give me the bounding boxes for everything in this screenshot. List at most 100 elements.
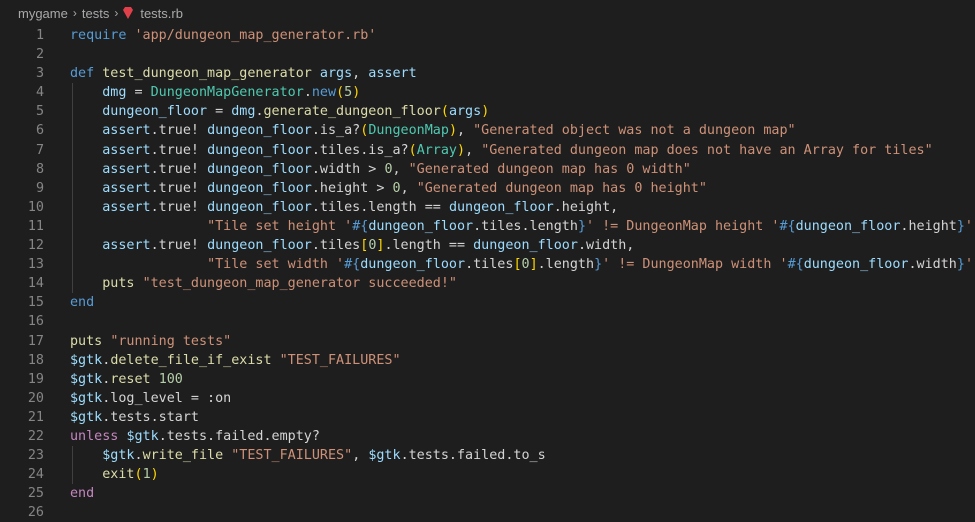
- code-text[interactable]: end: [70, 293, 975, 312]
- chevron-right-icon: ›: [72, 6, 77, 20]
- code-token: end: [70, 486, 95, 502]
- code-token: 'app/dungeon_map_generator.rb': [134, 28, 377, 43]
- code-text[interactable]: "Tile set width '#{dungeon_floor.tiles[0…: [70, 255, 975, 274]
- code-token: end: [70, 295, 95, 311]
- code-line[interactable]: 15 end: [0, 293, 975, 312]
- line-number: 19: [27, 371, 44, 387]
- line-number: 26: [27, 505, 44, 521]
- code-token: [: [513, 257, 522, 273]
- code-line[interactable]: 17 puts "running tests": [0, 332, 975, 351]
- code-line[interactable]: 7 assert.true! dungeon_floor.tiles.is_a?…: [0, 141, 975, 160]
- indent-guide: [72, 83, 73, 294]
- code-token: args: [448, 104, 482, 120]
- code-token: }: [956, 218, 965, 234]
- code-text[interactable]: dungeon_floor = dmg.generate_dungeon_flo…: [70, 102, 975, 121]
- code-line[interactable]: 26: [0, 503, 975, 522]
- code-text[interactable]: require 'app/dungeon_map_generator.rb': [70, 26, 975, 45]
- code-line[interactable]: 5 dungeon_floor = dmg.generate_dungeon_f…: [0, 102, 975, 121]
- code-token: .true!: [150, 123, 208, 139]
- code-token: dungeon_floor: [207, 199, 312, 215]
- code-token: .tiles: [465, 257, 514, 273]
- code-token: unless: [70, 428, 119, 444]
- code-token: .tests.start: [102, 409, 199, 425]
- code-line[interactable]: 20 $gtk.log_level = :on: [0, 389, 975, 408]
- code-text[interactable]: $gtk.delete_file_if_exist "TEST_FAILURES…: [70, 351, 975, 370]
- code-token: dungeon_floor: [473, 238, 578, 254]
- code-token: assert: [102, 180, 151, 196]
- code-token: $gtk: [70, 390, 103, 406]
- breadcrumb-item-tests[interactable]: tests: [82, 6, 109, 21]
- code-token: }: [956, 257, 965, 273]
- code-line[interactable]: 22 unless $gtk.tests.failed.empty?: [0, 427, 975, 446]
- code-text[interactable]: $gtk.write_file "TEST_FAILURES", $gtk.te…: [70, 446, 975, 465]
- code-text[interactable]: "Tile set height '#{dungeon_floor.tiles.…: [70, 217, 975, 236]
- code-line[interactable]: 8 assert.true! dungeon_floor.width > 0, …: [0, 160, 975, 179]
- code-line[interactable]: 23 $gtk.write_file "TEST_FAILURES", $gtk…: [0, 446, 975, 465]
- code-token: .height: [900, 218, 957, 234]
- code-token: (: [336, 85, 345, 101]
- code-token: "TEST_FAILURES": [231, 448, 353, 464]
- breadcrumb-item-mygame[interactable]: mygame: [18, 6, 68, 21]
- code-text[interactable]: $gtk.tests.start: [70, 408, 975, 427]
- code-line[interactable]: 2: [0, 45, 975, 64]
- code-text[interactable]: exit(1): [70, 465, 975, 484]
- code-text[interactable]: dmg = DungeonMapGenerator.new(5): [70, 83, 975, 102]
- code-line[interactable]: 19 $gtk.reset 100: [0, 370, 975, 389]
- code-line[interactable]: 12 assert.true! dungeon_floor.tiles[0].l…: [0, 236, 975, 255]
- code-token: ): [150, 467, 159, 483]
- line-number: 12: [27, 238, 44, 254]
- code-line[interactable]: 14 puts "test_dungeon_map_generator succ…: [0, 274, 975, 293]
- code-token: "running tests": [110, 333, 232, 349]
- code-text[interactable]: assert.true! dungeon_floor.tiles.length …: [70, 198, 975, 217]
- code-token: }: [577, 218, 586, 234]
- code-text[interactable]: unless $gtk.tests.failed.empty?: [70, 427, 975, 446]
- code-line[interactable]: 11 "Tile set height '#{dungeon_floor.til…: [0, 217, 975, 236]
- code-line[interactable]: 4 dmg = DungeonMapGenerator.new(5): [0, 83, 975, 102]
- code-text[interactable]: assert.true! dungeon_floor.height > 0, "…: [70, 179, 975, 198]
- code-token: .: [134, 448, 143, 464]
- code-line[interactable]: 9 assert.true! dungeon_floor.height > 0,…: [0, 179, 975, 198]
- code-token: (: [134, 467, 143, 483]
- code-text[interactable]: [70, 503, 975, 522]
- code-text[interactable]: end: [70, 484, 975, 503]
- line-number: 16: [27, 314, 44, 330]
- code-line[interactable]: 21 $gtk.tests.start: [0, 408, 975, 427]
- code-token: ]: [529, 257, 538, 273]
- breadcrumb-item-file[interactable]: tests.rb: [140, 6, 183, 21]
- code-line[interactable]: 10 assert.true! dungeon_floor.tiles.leng…: [0, 198, 975, 217]
- code-text[interactable]: assert.true! dungeon_floor.is_a?(Dungeon…: [70, 121, 975, 140]
- code-text[interactable]: assert.true! dungeon_floor.tiles[0].leng…: [70, 236, 975, 255]
- code-line[interactable]: 3 def test_dungeon_map_generator args, as…: [0, 64, 975, 83]
- code-text[interactable]: $gtk.log_level = :on: [70, 389, 975, 408]
- line-number: 3: [35, 66, 44, 82]
- code-text[interactable]: puts "test_dungeon_map_generator succeed…: [70, 274, 975, 293]
- ruby-gem-icon: [123, 7, 134, 19]
- code-token: "Generated dungeon map does not have an …: [481, 142, 933, 158]
- code-text[interactable]: puts "running tests": [70, 332, 975, 351]
- code-line[interactable]: 6 assert.true! dungeon_floor.is_a?(Dunge…: [0, 121, 975, 140]
- code-text[interactable]: assert.true! dungeon_floor.tiles.is_a?(A…: [70, 141, 975, 160]
- code-text[interactable]: def test_dungeon_map_generator args, ass…: [70, 64, 975, 83]
- code-line[interactable]: 25 end: [0, 484, 975, 503]
- code-token: assert: [102, 142, 151, 158]
- code-line[interactable]: 1 require 'app/dungeon_map_generator.rb': [0, 26, 975, 45]
- code-token: dungeon_floor: [448, 199, 554, 215]
- code-line[interactable]: 18 $gtk.delete_file_if_exist "TEST_FAILUR…: [0, 351, 975, 370]
- code-line[interactable]: 16: [0, 312, 975, 331]
- code-editor[interactable]: 1 require 'app/dungeon_map_generator.rb' 2…: [0, 26, 975, 522]
- code-text[interactable]: $gtk.reset 100: [70, 370, 975, 389]
- code-token: .true!: [150, 238, 208, 254]
- code-text[interactable]: [70, 312, 975, 331]
- code-token: assert: [102, 238, 151, 254]
- code-token: 0: [521, 257, 530, 273]
- code-line[interactable]: 24 exit(1): [0, 465, 975, 484]
- code-text[interactable]: [70, 45, 975, 64]
- code-text[interactable]: assert.true! dungeon_floor.width > 0, "G…: [70, 160, 975, 179]
- code-line[interactable]: 13 "Tile set width '#{dungeon_floor.tile…: [0, 255, 975, 274]
- code-token: =: [207, 104, 232, 120]
